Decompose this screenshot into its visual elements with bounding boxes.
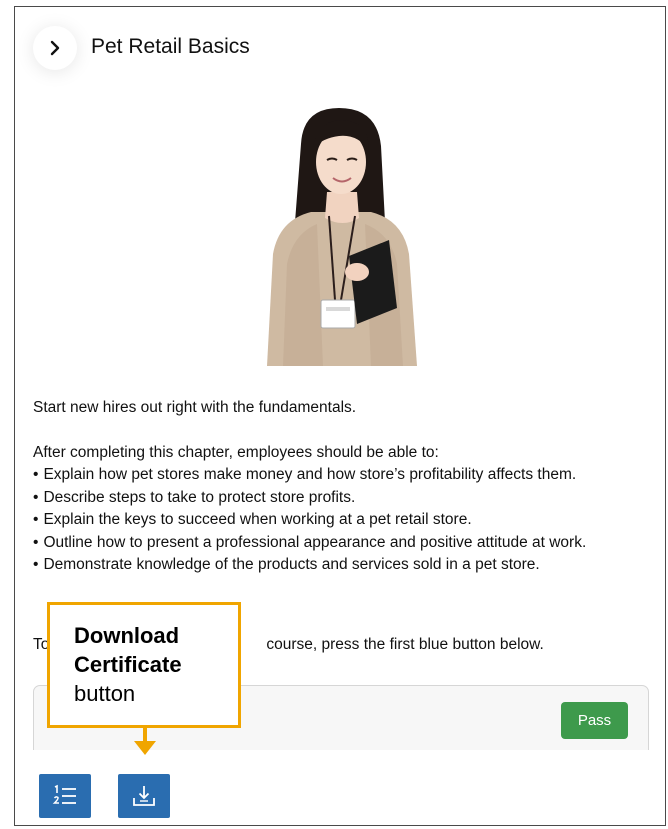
objective-item: Describe steps to take to protect store … <box>33 487 653 510</box>
download-certificate-button[interactable] <box>118 774 170 818</box>
chevron-right-icon <box>50 40 60 56</box>
objectives-heading: After completing this chapter, employees… <box>33 443 439 461</box>
objective-item: Explain the keys to succeed when working… <box>33 509 653 532</box>
course-hero-image <box>267 108 417 366</box>
back-button[interactable] <box>33 26 77 70</box>
chapters-button[interactable] <box>39 774 91 818</box>
download-tray-icon <box>133 786 155 806</box>
callout-title-line1: Download <box>74 623 180 648</box>
numbered-list-icon <box>52 784 76 804</box>
callout-arrow-stem <box>143 728 147 742</box>
instruction-end: course, press the first blue button belo… <box>266 636 544 653</box>
objective-item: Outline how to present a professional ap… <box>33 532 653 555</box>
page-header: Pet Retail Basics <box>15 7 665 97</box>
objective-item: Explain how pet stores make money and ho… <box>33 464 653 487</box>
download-certificate-callout: Download Certificate button <box>47 602 241 728</box>
callout-arrow-icon <box>134 741 156 755</box>
course-description: Start new hires out right with the funda… <box>33 397 653 577</box>
objectives-list: Explain how pet stores make money and ho… <box>33 464 653 577</box>
callout-subtitle: button <box>74 681 136 706</box>
objective-item: Demonstrate knowledge of the products an… <box>33 554 653 577</box>
callout-title-line2: Certificate <box>74 652 182 677</box>
page-title: Pet Retail Basics <box>91 35 250 58</box>
status-badge: Pass <box>561 702 628 739</box>
intro-text: Start new hires out right with the funda… <box>33 399 357 416</box>
bottom-toolbar <box>15 750 665 825</box>
